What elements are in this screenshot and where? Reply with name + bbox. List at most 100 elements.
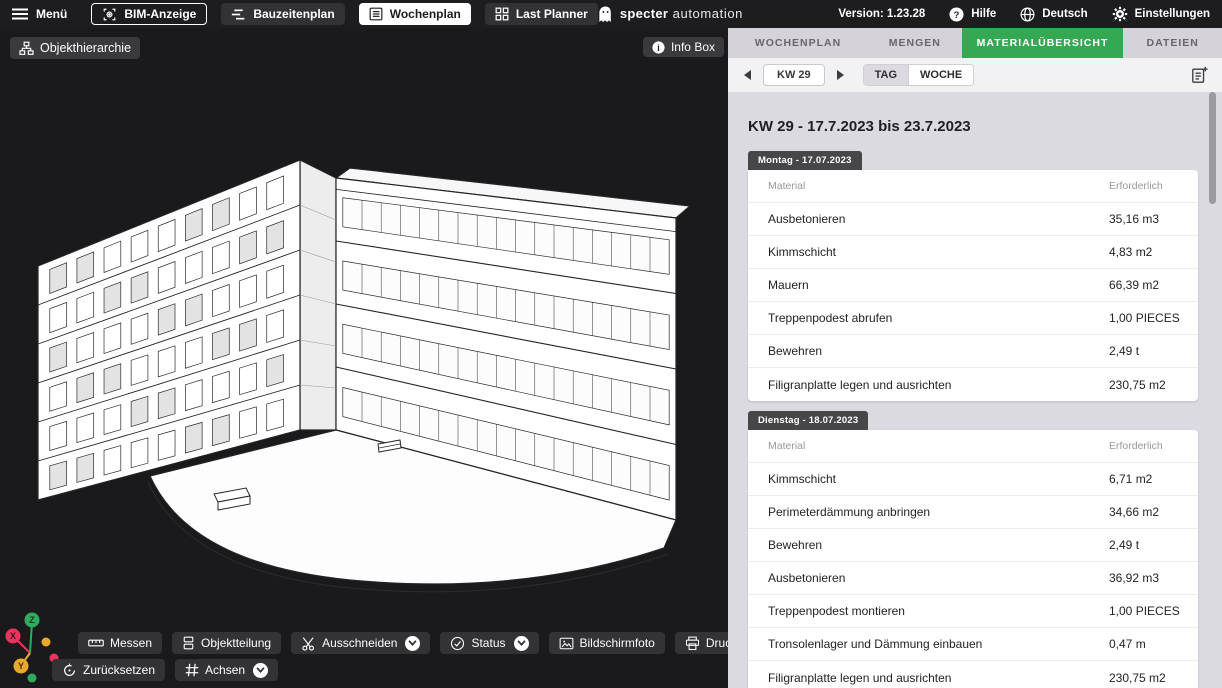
table-row: Treppenpodest montieren 1,00 PIECES: [748, 595, 1198, 628]
help-button[interactable]: ? Hilfe: [949, 7, 996, 22]
material-table: Material Erforderlich Ausbetonieren 35,1…: [748, 170, 1198, 401]
status-check-icon: [450, 636, 465, 651]
week-label[interactable]: KW 29: [763, 64, 825, 86]
required-quantity: 230,75 m2: [1109, 378, 1198, 392]
required-quantity: 36,92 m3: [1109, 571, 1198, 585]
panel-tab[interactable]: WOCHENPLAN: [728, 28, 868, 58]
menu-button[interactable]: Menü: [12, 7, 67, 21]
table-row: Filigranplatte legen und ausrichten 230,…: [748, 661, 1198, 688]
language-button[interactable]: Deutsch: [1020, 7, 1087, 22]
reset-view-icon: [62, 663, 77, 678]
day-badge: Montag - 17.07.2023: [748, 151, 862, 170]
required-quantity: 66,39 m2: [1109, 278, 1198, 292]
hierarchy-tree-icon: [19, 41, 34, 56]
required-quantity: 230,75 m2: [1109, 671, 1198, 685]
screenshot-image-icon: [559, 637, 574, 650]
table-row: Kimmschicht 6,71 m2: [748, 463, 1198, 496]
achsen-button[interactable]: Achsen: [175, 659, 278, 681]
schedule-lines-icon: [231, 8, 246, 21]
day-section: Dienstag - 18.07.2023 Material Erforderl…: [748, 410, 1198, 688]
svg-text:i: i: [657, 42, 659, 52]
brand: specter automation: [598, 5, 743, 23]
info-box-button[interactable]: i Info Box: [643, 37, 724, 57]
scissors-icon: [301, 636, 316, 651]
svg-text:Y: Y: [18, 661, 24, 671]
status-button[interactable]: Status: [440, 632, 538, 654]
split-object-icon: [182, 636, 195, 650]
object-hierarchy-button[interactable]: Objekthierarchie: [10, 37, 140, 59]
table-row: Ausbetonieren 35,16 m3: [748, 203, 1198, 236]
chevron-down-icon[interactable]: [253, 663, 268, 678]
top-bar: Menü BIM-Anzeige Bauzeitenplan Wochenpla…: [0, 0, 1222, 28]
grid-icon: [495, 7, 509, 21]
table-row: Tronsolenlager und Dämmung einbauen 0,47…: [748, 628, 1198, 661]
wochenplan-button[interactable]: Wochenplan: [359, 3, 471, 25]
panel-tab[interactable]: MENGEN: [868, 28, 962, 58]
bim-viewport[interactable]: Objekthierarchie i Info Box Z X: [0, 28, 728, 688]
table-row: Kimmschicht 4,83 m2: [748, 236, 1198, 269]
required-quantity: 2,49 t: [1109, 538, 1198, 552]
required-quantity: 0,47 m: [1109, 637, 1198, 651]
chevron-down-icon[interactable]: [514, 636, 529, 651]
objektteilung-button[interactable]: Objektteilung: [172, 632, 281, 654]
ausschneiden-button[interactable]: Ausschneiden: [291, 632, 430, 654]
table-row: Ausbetonieren 36,92 m3: [748, 562, 1198, 595]
panel-tab[interactable]: DATEIEN: [1123, 28, 1222, 58]
required-quantity: 1,00 PIECES: [1109, 604, 1198, 618]
material-name: Filigranplatte legen und ausrichten: [748, 378, 1109, 392]
table-row: Filigranplatte legen und ausrichten 230,…: [748, 368, 1198, 401]
next-week-button[interactable]: [834, 68, 846, 82]
column-material: Material: [748, 180, 1109, 192]
material-name: Kimmschicht: [748, 245, 1109, 259]
column-required: Erforderlich: [1109, 180, 1198, 192]
druckvorschau-button[interactable]: Druckvorschau: [675, 632, 728, 654]
svg-text:X: X: [10, 631, 16, 641]
week-navigation: KW 29 TAG WOCHE: [728, 58, 1222, 92]
required-quantity: 1,00 PIECES: [1109, 311, 1198, 325]
material-overview: KW 29 - 17.7.2023 bis 23.7.2023 Montag -…: [728, 92, 1222, 688]
zuruecksetzen-button[interactable]: Zurücksetzen: [52, 659, 165, 681]
bim-anzeige-button[interactable]: BIM-Anzeige: [91, 3, 207, 25]
globe-icon: [1020, 7, 1035, 22]
bauzeitenplan-button[interactable]: Bauzeitenplan: [221, 3, 344, 25]
column-required: Erforderlich: [1109, 440, 1198, 452]
settings-button[interactable]: Einstellungen: [1112, 6, 1210, 22]
table-row: Treppenpodest abrufen 1,00 PIECES: [748, 302, 1198, 335]
chevron-left-icon: [744, 70, 752, 80]
version-label: Version: 1.23.28: [838, 8, 925, 20]
required-quantity: 35,16 m3: [1109, 212, 1198, 226]
required-quantity: 6,71 m2: [1109, 472, 1198, 486]
material-name: Bewehren: [748, 538, 1109, 552]
panel-tab[interactable]: MATERIALÜBERSICHT: [962, 28, 1124, 58]
app-window: Menü BIM-Anzeige Bauzeitenplan Wochenpla…: [0, 0, 1222, 688]
gear-icon: [1112, 6, 1128, 22]
messen-button[interactable]: Messen: [78, 632, 162, 654]
column-material: Material: [748, 440, 1109, 452]
material-table: Material Erforderlich Kimmschicht 6,71 m…: [748, 430, 1198, 688]
note-add-icon: [1191, 66, 1208, 84]
table-row: Mauern 66,39 m2: [748, 269, 1198, 302]
chevron-right-icon: [836, 70, 844, 80]
last-planner-button[interactable]: Last Planner: [485, 3, 598, 25]
building-model: [0, 28, 728, 688]
previous-week-button[interactable]: [742, 68, 754, 82]
info-icon: i: [652, 41, 665, 54]
material-name: Mauern: [748, 278, 1109, 292]
table-header: Material Erforderlich: [748, 430, 1198, 463]
material-name: Ausbetonieren: [748, 571, 1109, 585]
panel-scrollbar[interactable]: [1209, 92, 1216, 204]
required-quantity: 34,66 m2: [1109, 505, 1198, 519]
day-week-toggle: TAG WOCHE: [863, 64, 975, 86]
toggle-woche[interactable]: WOCHE: [909, 65, 973, 85]
svg-text:?: ?: [954, 9, 960, 19]
day-badge: Dienstag - 18.07.2023: [748, 411, 868, 430]
add-note-button[interactable]: [1191, 66, 1208, 84]
bim-orbit-icon: [102, 7, 117, 22]
chevron-down-icon[interactable]: [405, 636, 420, 651]
bildschirmfoto-button[interactable]: Bildschirmfoto: [549, 632, 665, 654]
material-name: Filigranplatte legen und ausrichten: [748, 671, 1109, 685]
toggle-tag[interactable]: TAG: [864, 65, 909, 85]
day-sections: Montag - 17.07.2023 Material Erforderlic…: [748, 150, 1198, 688]
ruler-icon: [88, 636, 104, 650]
material-name: Tronsolenlager und Dämmung einbauen: [748, 637, 1109, 651]
